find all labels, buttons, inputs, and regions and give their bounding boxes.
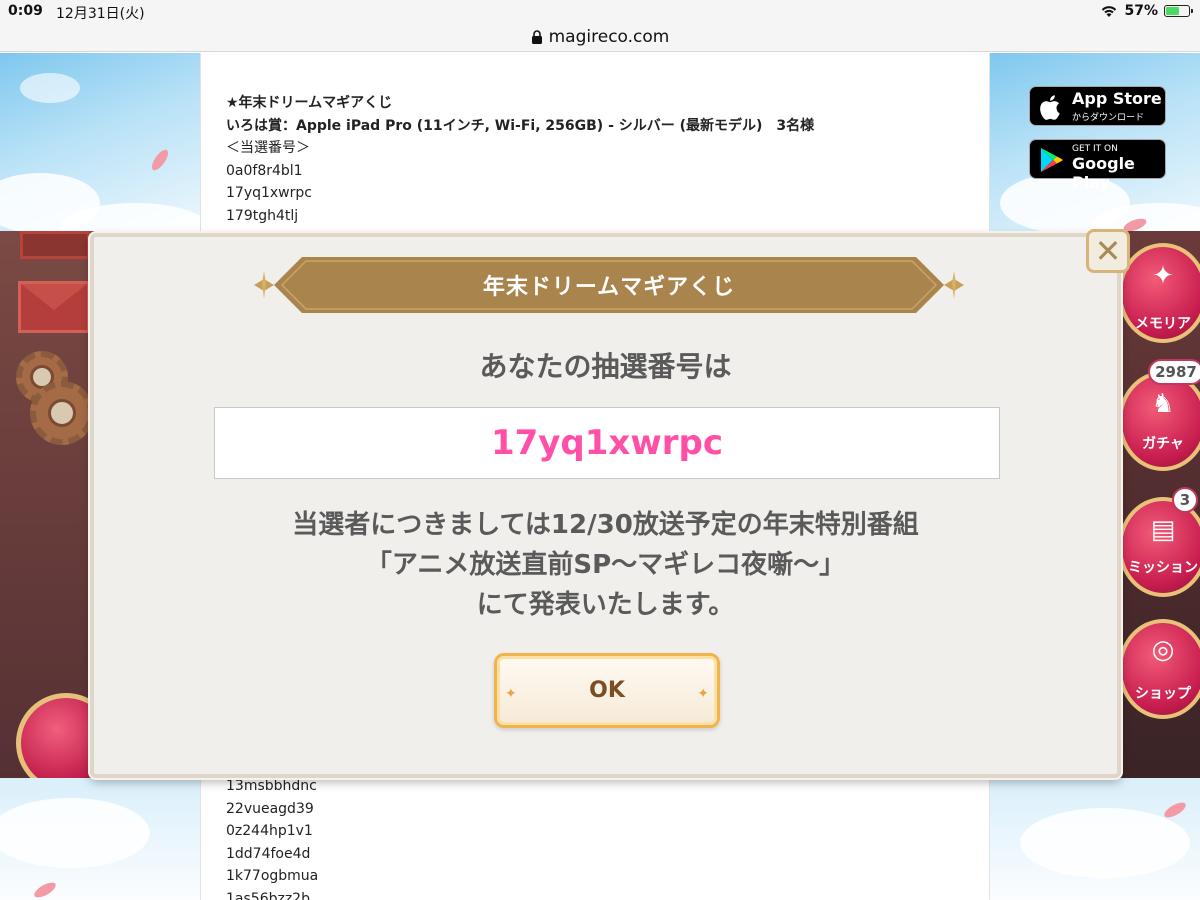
sparkle-icon: ✦: [697, 686, 709, 702]
message-line: 当選者につきましては12/30放送予定の年末特別番組: [292, 510, 919, 540]
winning-number: 1k77ogbmua: [226, 868, 319, 884]
winning-number: 0z244hp1v1: [226, 823, 313, 839]
article-bottom-text: 13msbbhdnc 22vueagd39 0z244hp1v1 1dd74fo…: [226, 775, 318, 900]
lottery-dialog: 年末ドリームマギアくじ あなたの抽選番号は 17yq1xwrpc 当選者につきま…: [90, 229, 1130, 778]
app-store-badge[interactable]: App Store からダウンロード: [1029, 86, 1166, 126]
picture-frame: [20, 231, 90, 259]
sky-bottom-left-decoration: [0, 778, 200, 900]
status-right: 57%: [1100, 3, 1193, 19]
google-play-icon: [1041, 148, 1063, 172]
sky-bottom-right-decoration: [990, 778, 1200, 900]
winning-number: 17yq1xwrpc: [226, 185, 312, 201]
article-heading: ★年末ドリームマギアくじ: [226, 95, 393, 111]
battery-percent: 57%: [1124, 3, 1158, 19]
message-line: 「アニメ放送直前SP～マギレコ夜噺～」: [365, 550, 846, 580]
memoria-label: メモリア: [1135, 316, 1191, 332]
memoria-button[interactable]: ✦ メモリア: [1118, 243, 1200, 343]
status-time: 0:09: [8, 3, 43, 19]
mission-count-badge: 3: [1172, 487, 1198, 513]
shop-button[interactable]: ◎ ショップ: [1118, 619, 1200, 719]
battery-fill: [1166, 7, 1179, 15]
winning-number: 179tgh4tlj: [226, 207, 299, 224]
winning-number: 1dd74foe4d: [226, 845, 311, 862]
url-bar[interactable]: magireco.com: [0, 22, 1200, 52]
lottery-code: 17yq1xwrpc: [490, 423, 724, 463]
app-store-sublabel: からダウンロード: [1072, 113, 1145, 123]
url-domain[interactable]: magireco.com: [549, 27, 670, 47]
mail-icon[interactable]: [18, 281, 90, 333]
memoria-icon: ✦: [1152, 261, 1174, 291]
gacha-button[interactable]: ♞ ガチャ: [1118, 371, 1200, 471]
google-play-sublabel: GET IT ON: [1072, 144, 1118, 154]
dialog-title: 年末ドリームマギアくじ: [482, 275, 736, 300]
sparkle-icon: ✦: [505, 686, 517, 702]
battery-icon: [1164, 5, 1193, 17]
status-bar: 0:09 12月31日(火) 57%: [0, 0, 1200, 22]
message-line: にて発表いたします。: [476, 590, 735, 620]
mission-icon: ▤: [1150, 515, 1176, 545]
gacha-icon: ♞: [1151, 389, 1175, 419]
google-play-badge[interactable]: GET IT ON Google Play: [1029, 139, 1166, 192]
gacha-label: ガチャ: [1142, 436, 1184, 452]
gacha-count-badge: 2987: [1148, 359, 1200, 385]
article-numbers-label: ＜当選番号＞: [226, 140, 310, 156]
winning-number: 0a0f8r4bl1: [226, 162, 303, 179]
winning-number: 1as56bzz2b: [226, 890, 310, 900]
dialog-message: 当選者につきましては12/30放送予定の年末特別番組 「アニメ放送直前SP～マギ…: [94, 505, 1117, 625]
shop-label: ショップ: [1135, 686, 1191, 702]
sky-left-decoration: [0, 53, 200, 233]
apple-icon: [1040, 95, 1060, 120]
coins-icon: ◎: [1151, 635, 1175, 665]
dialog-subtitle: あなたの抽選番号は: [479, 350, 732, 383]
article-top-text: ★年末ドリームマギアくじ いろは賞：Apple iPad Pro (11インチ,…: [226, 92, 814, 227]
google-play-label: Google Play: [1072, 154, 1135, 192]
mission-label: ミッション: [1128, 560, 1198, 576]
winning-number: 13msbbhdnc: [226, 778, 317, 794]
close-icon: ✕: [1094, 232, 1122, 270]
winning-number: 22vueagd39: [226, 800, 314, 817]
ok-label: OK: [589, 678, 625, 703]
article-prize: いろは賞：Apple iPad Pro (11インチ, Wi-Fi, 256GB…: [226, 117, 815, 134]
close-button[interactable]: ✕: [1086, 229, 1130, 273]
ok-button[interactable]: ✦ OK ✦: [494, 653, 720, 728]
app-store-label: App Store: [1072, 89, 1162, 108]
status-date: 12月31日(火): [56, 6, 145, 22]
lottery-code-box: 17yq1xwrpc: [214, 407, 1000, 479]
wifi-icon: [1102, 6, 1117, 17]
lock-icon: [531, 29, 542, 44]
